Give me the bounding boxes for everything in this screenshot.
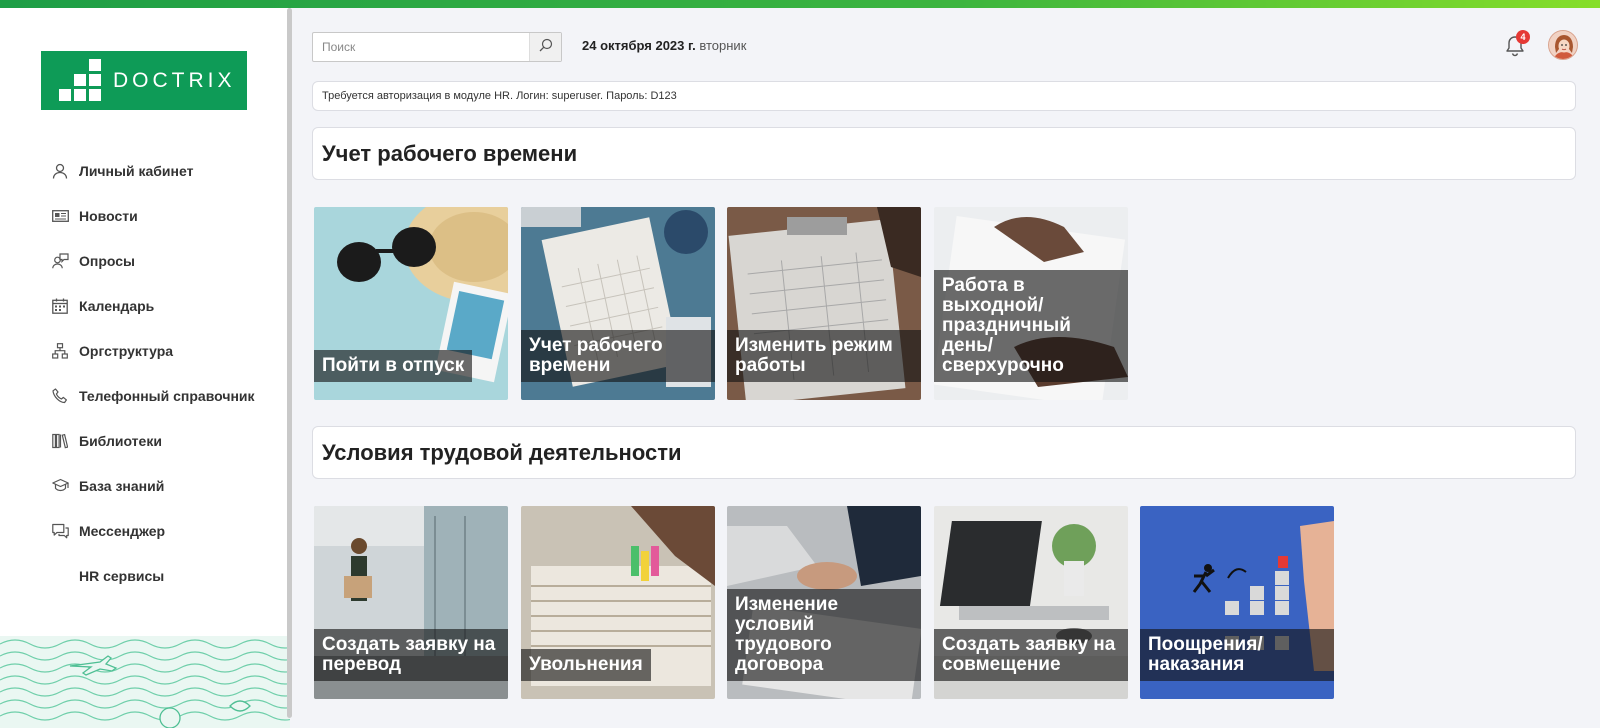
sidebar-item-calendar[interactable]: Календарь (0, 283, 290, 328)
section-header-work-conditions: Условия трудовой деятельности (312, 426, 1576, 479)
sidebar-item-hr-services[interactable]: HR сервисы (0, 553, 290, 598)
tile-caption: Изменение условий трудового договора (727, 589, 921, 681)
tile-caption: Создать заявку на совмещение (934, 629, 1128, 681)
sidebar-item-news[interactable]: Новости (0, 193, 290, 238)
auth-notice: Требуется авторизация в модуле HR. Логин… (312, 81, 1576, 111)
tile-caption: Учет рабочего времени (521, 330, 715, 382)
tile-caption: Работа в выходной/ праздничный день/ све… (934, 270, 1128, 382)
tile-rewards-penalties[interactable]: Поощрения/ наказания (1140, 506, 1334, 699)
logo[interactable]: DOCTRIX (41, 51, 247, 110)
graduation-cap-icon (51, 477, 69, 495)
logo-mark-icon (59, 58, 101, 101)
tile-change-work-mode[interactable]: Изменить режим работы (727, 207, 921, 400)
notifications-button[interactable]: 4 (1504, 30, 1530, 62)
sidebar-item-messenger[interactable]: Мессенджер (0, 508, 290, 553)
tile-contract-change[interactable]: Изменение условий трудового договора (727, 506, 921, 699)
tile-caption: Пойти в отпуск (314, 350, 473, 382)
news-icon (51, 207, 69, 225)
date-text: 24 октября 2023 г. (582, 38, 696, 53)
notifications-badge: 4 (1516, 30, 1530, 44)
tile-caption: Создать заявку на перевод (314, 629, 508, 681)
sidebar-item-phonebook[interactable]: Телефонный справочник (0, 373, 290, 418)
user-icon (51, 162, 69, 180)
sidebar-item-libraries[interactable]: Библиотеки (0, 418, 290, 463)
sidebar: DOCTRIX Личный кабинет Новости Опросы Ка… (0, 8, 290, 728)
weekday-text: вторник (699, 38, 747, 53)
sidebar-item-label: Оргструктура (79, 342, 174, 359)
tile-caption: Поощрения/ наказания (1140, 629, 1334, 681)
current-date: 24 октября 2023 г. вторник (582, 38, 746, 53)
tile-vacation[interactable]: Пойти в отпуск (314, 207, 508, 400)
tile-transfer-request[interactable]: Создать заявку на перевод (314, 506, 508, 699)
bell-icon (1504, 36, 1526, 62)
poll-icon (51, 252, 69, 270)
org-structure-icon (51, 342, 69, 360)
sidebar-item-polls[interactable]: Опросы (0, 238, 290, 283)
calendar-icon (51, 297, 69, 315)
sidebar-item-label: Мессенджер (79, 522, 166, 539)
phone-icon (51, 387, 69, 405)
sidebar-item-org-structure[interactable]: Оргструктура (0, 328, 290, 373)
tile-combination-request[interactable]: Создать заявку на совмещение (934, 506, 1128, 699)
search-icon (539, 38, 553, 57)
sidebar-item-personal-account[interactable]: Личный кабинет (0, 148, 290, 193)
tile-caption: Увольнения (521, 649, 651, 681)
sidebar-item-label: HR сервисы (79, 567, 165, 584)
sidebar-item-label: Личный кабинет (79, 162, 194, 179)
avatar[interactable] (1548, 30, 1578, 60)
search-button[interactable] (529, 33, 561, 61)
sidebar-item-knowledge-base[interactable]: База знаний (0, 463, 290, 508)
sidebar-item-label: Новости (79, 207, 138, 224)
sidebar-scrollbar[interactable] (287, 8, 292, 718)
sidebar-item-label: База знаний (79, 477, 165, 494)
sidebar-item-label: Библиотеки (79, 432, 162, 449)
decorative-pattern (0, 636, 290, 728)
logo-text: DOCTRIX (113, 68, 236, 92)
sidebar-item-label: Календарь (79, 297, 155, 314)
search-input[interactable] (313, 33, 527, 61)
tile-worktime[interactable]: Учет рабочего времени (521, 207, 715, 400)
section-title: Учет рабочего времени (322, 140, 578, 166)
sidebar-item-label: Опросы (79, 252, 136, 269)
tile-caption: Изменить режим работы (727, 330, 921, 382)
sidebar-item-label: Телефонный справочник (79, 387, 255, 404)
sidebar-nav: Личный кабинет Новости Опросы Календарь … (0, 148, 290, 598)
tile-weekend-work[interactable]: Работа в выходной/ праздничный день/ све… (934, 207, 1128, 400)
section-title: Условия трудовой деятельности (322, 439, 682, 465)
top-accent-bar (0, 0, 1600, 8)
library-icon (51, 432, 69, 450)
search-box (312, 32, 562, 62)
chat-icon (51, 522, 69, 540)
tile-dismissals[interactable]: Увольнения (521, 506, 715, 699)
main-content: 24 октября 2023 г. вторник 4 Требуется а… (312, 8, 1582, 728)
section-header-worktime: Учет рабочего времени (312, 127, 1576, 180)
